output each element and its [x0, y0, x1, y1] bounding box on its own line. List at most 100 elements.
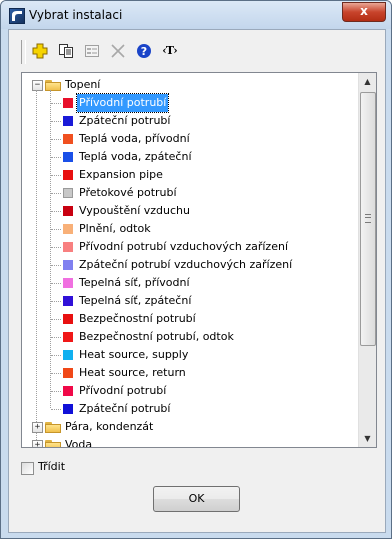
color-swatch — [63, 404, 73, 414]
tree-group-label: Topení — [65, 78, 101, 91]
expand-toggle-icon[interactable]: + — [32, 422, 43, 433]
title-bar[interactable]: Vybrat instalaci x — [1, 1, 391, 29]
tree-item[interactable]: Teplá voda, zpáteční — [22, 148, 359, 166]
tree-item[interactable]: Tepelná síť, zpáteční — [22, 292, 359, 310]
color-swatch — [63, 314, 73, 324]
color-swatch — [63, 368, 73, 378]
tree-connector-line — [51, 247, 61, 248]
add-icon — [32, 43, 48, 59]
close-button[interactable]: x — [342, 2, 386, 22]
tree-item[interactable]: Heat source, supply — [22, 346, 359, 364]
color-swatch — [63, 260, 73, 270]
tree-connector-line — [51, 139, 61, 140]
tree-item-label: Teplá voda, zpáteční — [79, 150, 192, 163]
add-button[interactable] — [30, 41, 50, 61]
tree-item-label: Zpáteční potrubí — [79, 114, 171, 127]
tree-item[interactable]: Bezpečnostní potrubí, odtok — [22, 328, 359, 346]
tree-connector-line — [51, 175, 61, 176]
tree-connector-line — [36, 90, 37, 447]
tree-group[interactable]: + Voda — [22, 436, 359, 448]
color-swatch — [63, 116, 73, 126]
scroll-thumb[interactable] — [360, 92, 376, 346]
delete-icon — [111, 44, 125, 58]
tree-connector-line — [51, 391, 61, 392]
tree-item[interactable]: Zpáteční potrubí vzduchových zařízení — [22, 256, 359, 274]
tree-item-label: Bezpečnostní potrubí, odtok — [79, 330, 234, 343]
sort-checkbox[interactable] — [21, 462, 34, 475]
dialog-client-area: ? ‹T› − Topení Přívodní potrubí Zpáteční po… — [8, 29, 386, 533]
tree-connector-line — [51, 103, 61, 104]
tree-item-label: Expansion pipe — [79, 168, 163, 181]
tree-item[interactable]: Zpáteční potrubí — [22, 112, 359, 130]
folder-icon — [45, 80, 61, 91]
tree-item[interactable]: Teplá voda, přívodní — [22, 130, 359, 148]
copy-icon — [59, 44, 73, 58]
tree-group-label: Voda — [65, 438, 93, 448]
tree-item[interactable]: Expansion pipe — [22, 166, 359, 184]
color-swatch — [63, 350, 73, 360]
expand-toggle-icon[interactable]: + — [32, 440, 43, 447]
tree-connector-line — [51, 283, 61, 284]
window-title: Vybrat instalaci — [29, 8, 123, 22]
tree-connector-line — [51, 337, 61, 338]
vertical-scrollbar[interactable]: ▲ ▼ — [358, 73, 376, 447]
tree-group[interactable]: + Pára, kondenzát — [22, 418, 359, 436]
color-swatch — [63, 242, 73, 252]
color-swatch — [63, 170, 73, 180]
tree-item-label: Teplá voda, přívodní — [79, 132, 190, 145]
tree-item[interactable]: Heat source, return — [22, 364, 359, 382]
tree-group-topeni[interactable]: − Topení — [22, 76, 359, 94]
tree-item-label: Bezpečnostní potrubí — [79, 312, 196, 325]
tree-item[interactable]: Přetokové potrubí — [22, 184, 359, 202]
color-swatch — [63, 224, 73, 234]
collapse-toggle-icon[interactable]: − — [32, 80, 43, 91]
tree-connector-line — [51, 229, 61, 230]
dialog-window: Vybrat instalaci x ? ‹T› − Topení Přívod… — [0, 0, 392, 539]
color-swatch — [63, 188, 73, 198]
color-swatch — [63, 134, 73, 144]
delete-button[interactable] — [108, 41, 128, 61]
color-swatch — [63, 386, 73, 396]
tree-item-label: Tepelná síť, zpáteční — [79, 294, 192, 307]
tree-item-label: Přívodní potrubí — [75, 93, 170, 113]
tree-item-label: Zpáteční potrubí — [79, 402, 171, 415]
tree-item[interactable]: Přívodní potrubí vzduchových zařízení — [22, 238, 359, 256]
scroll-thumb-grip — [365, 214, 371, 223]
color-swatch — [63, 206, 73, 216]
text-label-icon[interactable]: ‹T› — [160, 41, 180, 61]
ok-button[interactable]: OK — [153, 486, 240, 512]
tree-item-label: Zpáteční potrubí vzduchových zařízení — [79, 258, 293, 271]
tree-connector-line — [51, 193, 61, 194]
folder-icon — [45, 440, 61, 447]
tree-item[interactable]: Plnění, odtok — [22, 220, 359, 238]
app-icon — [9, 8, 25, 24]
tree-connector-line — [51, 373, 61, 374]
tree-item[interactable]: Tepelná síť, přívodní — [22, 274, 359, 292]
installation-tree[interactable]: − Topení Přívodní potrubí Zpáteční potrubí T… — [21, 72, 377, 448]
toolbar-grip[interactable] — [21, 40, 26, 64]
scroll-up-button[interactable]: ▲ — [359, 73, 376, 90]
tree-item-label: Tepelná síť, přívodní — [79, 276, 190, 289]
tree-item[interactable]: Bezpečnostní potrubí — [22, 310, 359, 328]
scroll-down-button[interactable]: ▼ — [359, 430, 376, 447]
color-swatch — [63, 278, 73, 288]
tree-connector-line — [51, 157, 61, 158]
properties-icon — [85, 45, 99, 57]
toolbar: ? ‹T› — [9, 38, 385, 64]
tree-group-label: Pára, kondenzát — [65, 420, 154, 433]
tree-connector-line — [51, 121, 61, 122]
help-button[interactable]: ? — [134, 41, 154, 61]
tree-item[interactable]: Zpáteční potrubí — [22, 400, 359, 418]
copy-button[interactable] — [56, 41, 76, 61]
tree-connector-line — [51, 301, 61, 302]
tree-item-label: Přetokové potrubí — [79, 186, 177, 199]
tree-item-label: Přívodní potrubí — [79, 384, 167, 397]
properties-button[interactable] — [82, 41, 102, 61]
tree-item[interactable]: Přívodní potrubí — [22, 93, 359, 113]
tree-item[interactable]: Vypouštění vzduchu — [22, 202, 359, 220]
sort-label: Třídit — [38, 460, 66, 473]
tree-connector-line — [51, 319, 61, 320]
tree-item-label: Vypouštění vzduchu — [79, 204, 190, 217]
tree-item[interactable]: Přívodní potrubí — [22, 382, 359, 400]
tree-connector-line — [51, 265, 61, 266]
